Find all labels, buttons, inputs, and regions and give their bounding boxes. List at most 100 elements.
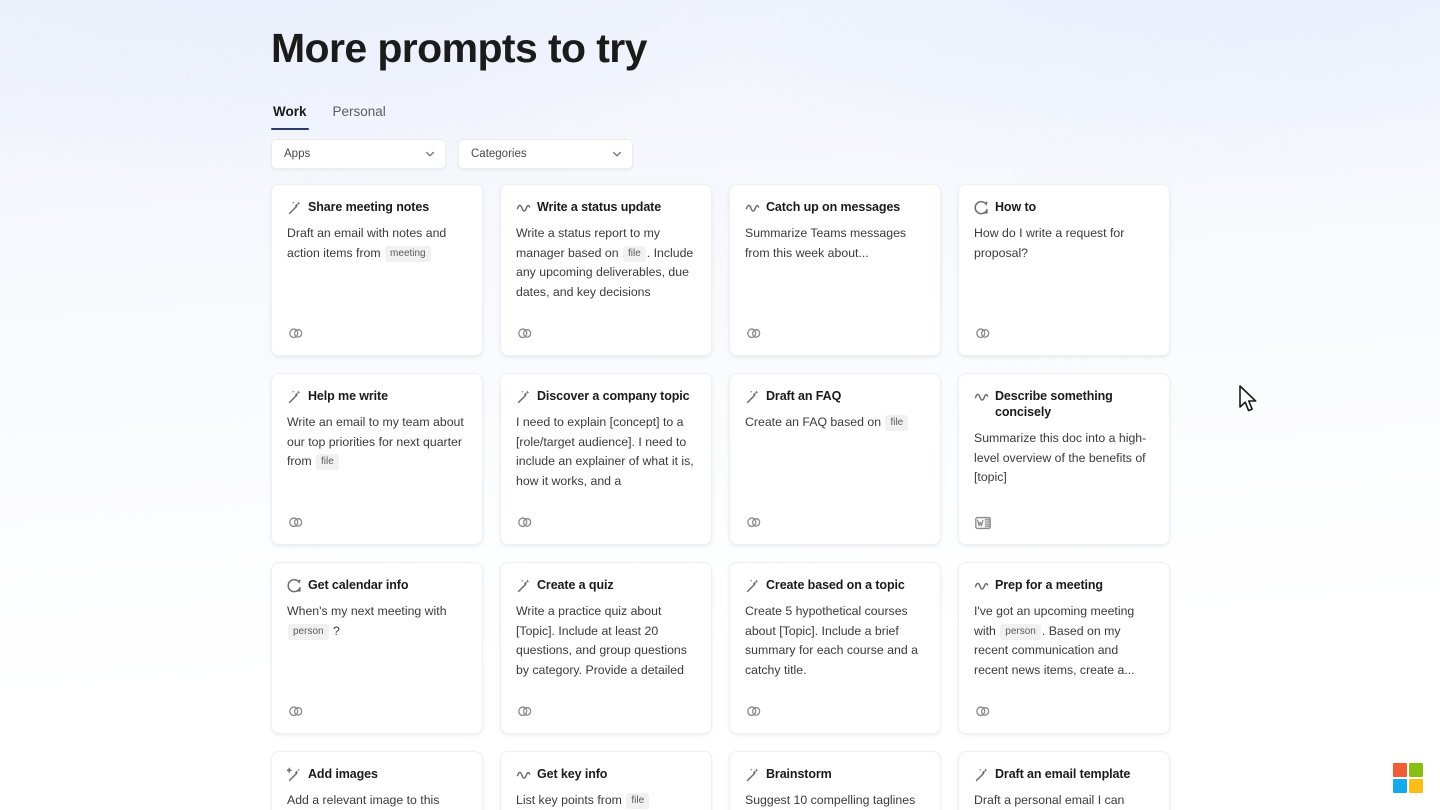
prompt-card-header: Share meeting notes	[287, 199, 467, 215]
prompt-card-body: I've got an upcoming meeting with person…	[974, 602, 1154, 680]
prompt-card[interactable]: Catch up on messages Summarize Teams mess…	[729, 184, 941, 356]
prompt-entity-chip: person	[288, 623, 329, 640]
magic-wand-icon	[746, 579, 759, 593]
categories-dropdown-label: Categories	[471, 148, 527, 160]
prompt-card-header: Add images	[287, 766, 467, 782]
prompt-card[interactable]: Get calendar info When's my next meeting …	[271, 562, 483, 734]
prompt-card[interactable]: Help me write Write an email to my team a…	[271, 373, 483, 545]
prompt-card-body: Draft an email with notes and action ite…	[287, 224, 467, 263]
prompt-card[interactable]: Discover a company topic I need to explai…	[500, 373, 712, 545]
prompt-card-body: Add a relevant image to this	[287, 791, 467, 810]
magic-wand-icon	[517, 579, 530, 593]
prompt-card-app	[745, 325, 763, 343]
prompt-entity-chip: file	[626, 793, 650, 809]
prompt-text-segment: When's my next meeting with	[287, 604, 447, 618]
copilot-icon	[976, 706, 990, 717]
prompt-card-header: Draft an email template	[974, 766, 1154, 782]
prompt-card-title: Help me write	[308, 389, 388, 403]
chevron-down-icon	[613, 151, 621, 157]
prompt-card-title: Draft an email template	[995, 767, 1131, 781]
page-title: More prompts to try	[271, 25, 647, 71]
prompt-card-header: Create based on a topic	[745, 577, 925, 593]
prompt-card[interactable]: Get key info List key points from file	[500, 751, 712, 810]
prompt-card-header: Create a quiz	[516, 577, 696, 593]
prompt-card-app	[745, 703, 763, 721]
magic-wand-icon	[517, 390, 530, 404]
prompt-card-header: Catch up on messages	[745, 199, 925, 215]
prompt-card-body: Create an FAQ based on file	[745, 413, 925, 433]
prompt-card-grid: Share meeting notes Draft an email with n…	[271, 184, 1170, 810]
prompt-card-body: Summarize this doc into a high-level ove…	[974, 429, 1154, 488]
magic-wand-icon	[746, 390, 759, 404]
prompt-card-app	[974, 514, 992, 532]
prompt-card-body: Create 5 hypothetical courses about [Top…	[745, 602, 925, 680]
summarize-squiggle-icon	[745, 204, 760, 212]
prompt-card-body: When's my next meeting with person ?	[287, 602, 467, 641]
summarize-squiggle-icon	[516, 771, 531, 779]
prompt-card-title: Get calendar info	[308, 578, 409, 592]
mouse-pointer-icon	[1239, 385, 1257, 412]
prompt-card-body: Suggest 10 compelling taglines	[745, 791, 925, 810]
copilot-icon	[976, 328, 990, 339]
prompt-card-header: Write a status update	[516, 199, 696, 215]
prompt-card[interactable]: Create a quiz Write a practice quiz about…	[500, 562, 712, 734]
prompt-gallery-page: More prompts to try Work Personal Apps Cat…	[0, 0, 1440, 810]
tab-work[interactable]: Work	[271, 103, 309, 130]
prompt-card[interactable]: Share meeting notes Draft an email with n…	[271, 184, 483, 356]
prompt-entity-chip: file	[316, 454, 339, 470]
prompt-text-segment: ?	[329, 623, 340, 638]
prompt-card-title: Get key info	[537, 767, 608, 781]
tab-list: Work Personal	[271, 103, 388, 130]
prompt-text-segment: List key points from	[516, 793, 626, 807]
prompt-card-title: Create a quiz	[537, 578, 614, 592]
prompt-text-segment: Add a relevant image to this	[287, 793, 440, 807]
microsoft-logo-square	[1409, 779, 1423, 793]
prompt-text-segment: Create 5 hypothetical courses about [Top…	[745, 604, 918, 677]
prompt-card-body: Write an email to my team about our top …	[287, 413, 467, 472]
prompt-card-app	[287, 703, 305, 721]
categories-dropdown[interactable]: Categories	[458, 139, 633, 169]
magic-wand-icon	[288, 201, 301, 215]
prompt-card[interactable]: Create based on a topic Create 5 hypothet…	[729, 562, 941, 734]
filter-bar: Apps Categories	[271, 139, 633, 169]
prompt-card-title: Catch up on messages	[766, 200, 901, 214]
apps-dropdown-label: Apps	[284, 148, 311, 160]
prompt-card[interactable]: Describe something concisely Summarize th…	[958, 373, 1170, 545]
prompt-card-title: Describe something concisely	[995, 389, 1113, 419]
prompt-card[interactable]: How to How do I write a request for propo…	[958, 184, 1170, 356]
prompt-card-header: Discover a company topic	[516, 388, 696, 404]
prompt-card[interactable]: Write a status update Write a status repo…	[500, 184, 712, 356]
word-icon	[975, 516, 991, 530]
prompt-text-segment: I need to explain [concept] to a [role/t…	[516, 415, 694, 488]
prompt-text-segment: Draft a personal email I can send	[974, 793, 1125, 807]
summarize-squiggle-icon	[516, 204, 531, 212]
prompt-text-segment: Write an email to my team about our top …	[287, 415, 464, 468]
apps-dropdown[interactable]: Apps	[271, 139, 446, 169]
tab-personal[interactable]: Personal	[331, 103, 388, 130]
prompt-card[interactable]: Draft an email template Draft a personal …	[958, 751, 1170, 810]
prompt-text-segment: Write a practice quiz about [Topic]. Inc…	[516, 604, 687, 677]
prompt-card-header: Help me write	[287, 388, 467, 404]
prompt-entity-chip: person	[1000, 623, 1041, 640]
prompt-card-app	[745, 514, 763, 532]
prompt-card-title: Prep for a meeting	[995, 578, 1103, 592]
prompt-card-body: List key points from file	[516, 791, 696, 810]
prompt-card-title: Add images	[308, 767, 378, 781]
prompt-card[interactable]: Brainstorm Suggest 10 compelling taglines	[729, 751, 941, 810]
prompt-card[interactable]: Prep for a meeting I've got an upcoming m…	[958, 562, 1170, 734]
copilot-icon	[747, 706, 761, 717]
prompt-card-header: How to	[974, 199, 1154, 215]
magic-wand-icon	[975, 768, 988, 782]
prompt-card-title: Brainstorm	[766, 767, 832, 781]
prompt-card[interactable]: Draft an FAQ Create an FAQ based on file	[729, 373, 941, 545]
prompt-card-header: Brainstorm	[745, 766, 925, 782]
prompt-card-app	[516, 325, 534, 343]
prompt-card-app	[287, 514, 305, 532]
prompt-card-app	[516, 514, 534, 532]
prompt-card[interactable]: Add images Add a relevant image to this	[271, 751, 483, 810]
prompt-card-body: Write a status report to my manager base…	[516, 224, 696, 302]
copilot-icon	[518, 517, 532, 528]
summarize-squiggle-icon	[974, 582, 989, 590]
prompt-text-segment: Create an FAQ based on	[745, 415, 885, 429]
prompt-card-app	[516, 703, 534, 721]
